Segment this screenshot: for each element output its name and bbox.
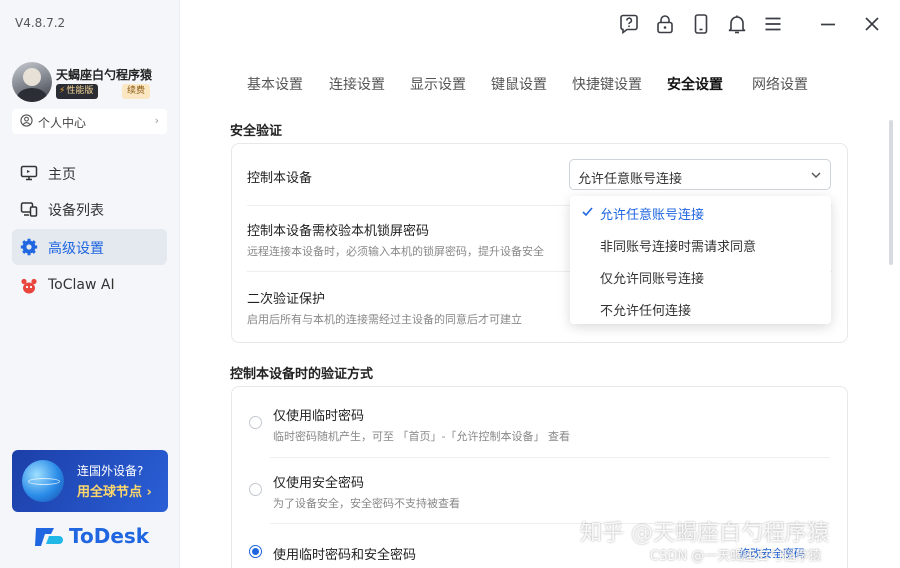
tab-display[interactable]: 显示设置 — [410, 74, 466, 94]
dropdown-option[interactable]: 允许任意账号连接 — [570, 196, 831, 228]
promo-line1: 连国外设备? — [77, 464, 144, 478]
verify-option-desc: 临时密码随机产生，可至 「首页」-「允许控制本设备」 查看 — [273, 430, 570, 443]
menu-icon[interactable] — [762, 13, 784, 35]
lock-password-label: 控制本设备需校验本机锁屏密码 — [247, 224, 430, 239]
control-device-dropdown: 允许任意账号连接 非同账号连接时需请求同意 仅允许同账号连接 不允许任何连接 — [570, 196, 831, 324]
claw-icon — [21, 278, 37, 294]
user-icon — [20, 114, 33, 127]
minimize-icon[interactable] — [817, 13, 839, 35]
tab-security[interactable]: 安全设置 — [667, 74, 723, 94]
chevron-down-icon — [811, 172, 821, 178]
close-icon[interactable] — [861, 13, 883, 35]
globe-icon — [22, 460, 64, 502]
app-version: V4.8.7.2 — [15, 16, 66, 30]
second-auth-desc: 启用后所有与本机的连接需经过主设备的同意后才可建立 — [247, 313, 522, 326]
radio-secure-password[interactable] — [249, 483, 262, 496]
renew-badge[interactable]: 续费 — [122, 84, 151, 99]
chevron-right-icon: › — [154, 114, 159, 127]
control-device-select[interactable]: 允许任意账号连接 — [569, 159, 831, 190]
tab-keyboard-mouse[interactable]: 键鼠设置 — [491, 74, 547, 94]
dropdown-option[interactable]: 不允许任何连接 — [570, 292, 831, 324]
dropdown-option[interactable]: 非同账号连接时需请求同意 — [570, 228, 831, 260]
verify-option-label[interactable]: 使用临时密码和安全密码 — [273, 544, 416, 563]
sidebar-item-label: ToClaw AI — [48, 277, 115, 293]
tab-basic[interactable]: 基本设置 — [247, 74, 303, 94]
user-profile[interactable]: 天蝎座白勺程序猿 ⚡性能版 续费 — [12, 60, 172, 104]
tab-connection[interactable]: 连接设置 — [329, 74, 385, 94]
monitor-icon — [20, 165, 38, 181]
devices-icon — [20, 202, 38, 217]
global-node-promo[interactable]: 连国外设备? 用全球节点 › — [12, 450, 168, 512]
divider — [270, 457, 830, 458]
lock-password-desc: 远程连接本设备时，必须输入本机的锁屏密码，提升设备安全 — [247, 245, 544, 258]
sidebar-item-label: 高级设置 — [48, 241, 104, 257]
section-title-verify: 控制本设备时的验证方式 — [230, 367, 374, 382]
bolt-icon: ⚡ — [59, 86, 66, 96]
sidebar-item-toclaw-ai[interactable]: ToClaw AI — [12, 268, 167, 304]
check-icon — [582, 207, 593, 217]
radio-both-passwords[interactable] — [249, 545, 262, 558]
section-title-security: 安全验证 — [230, 124, 283, 139]
gear-icon — [20, 238, 38, 256]
promo-line2: 用全球节点 › — [77, 485, 152, 500]
help-icon[interactable] — [618, 13, 640, 35]
personal-center-button[interactable]: 个人中心 › — [12, 109, 167, 134]
radio-temp-password[interactable] — [249, 416, 262, 429]
sidebar-item-devices[interactable]: 设备列表 — [12, 191, 167, 227]
sidebar-item-label: 主页 — [48, 167, 76, 183]
select-value: 允许任意账号连接 — [578, 172, 683, 187]
verify-option-label[interactable]: 仅使用安全密码 — [273, 472, 364, 491]
username: 天蝎座白勺程序猿 — [56, 68, 153, 82]
sidebar-item-label: 设备列表 — [48, 203, 104, 219]
avatar[interactable] — [12, 62, 52, 102]
scrollbar[interactable] — [889, 120, 893, 265]
todesk-logo-icon — [35, 528, 63, 546]
tab-shortcuts[interactable]: 快捷键设置 — [572, 74, 642, 94]
lock-icon[interactable] — [654, 13, 676, 35]
sidebar-item-home[interactable]: 主页 — [12, 155, 167, 191]
logo-text: ToDesk — [69, 524, 150, 548]
sidebar-item-advanced-settings[interactable]: 高级设置 — [12, 229, 167, 265]
bell-icon[interactable] — [726, 13, 748, 35]
personal-center-label: 个人中心 — [38, 116, 87, 130]
csdn-watermark: CSDN @一天蝎座白勺程序猿 — [650, 549, 822, 564]
zhihu-watermark: 知乎 @天蝎座白勺程序猿 — [580, 521, 829, 546]
phone-icon[interactable] — [690, 13, 712, 35]
verify-option-desc: 为了设备安全，安全密码不支持被查看 — [273, 497, 460, 510]
dropdown-option[interactable]: 仅允许同账号连接 — [570, 260, 831, 292]
tier-badge: ⚡性能版 — [56, 84, 99, 99]
control-device-label: 控制本设备 — [247, 171, 313, 186]
second-auth-label: 二次验证保护 — [247, 292, 326, 307]
sidebar: V4.8.7.2 天蝎座白勺程序猿 ⚡性能版 续费 个人中心 › 主页 设备列表… — [0, 0, 180, 568]
tab-network[interactable]: 网络设置 — [752, 74, 808, 94]
verify-option-label[interactable]: 仅使用临时密码 — [273, 405, 364, 424]
